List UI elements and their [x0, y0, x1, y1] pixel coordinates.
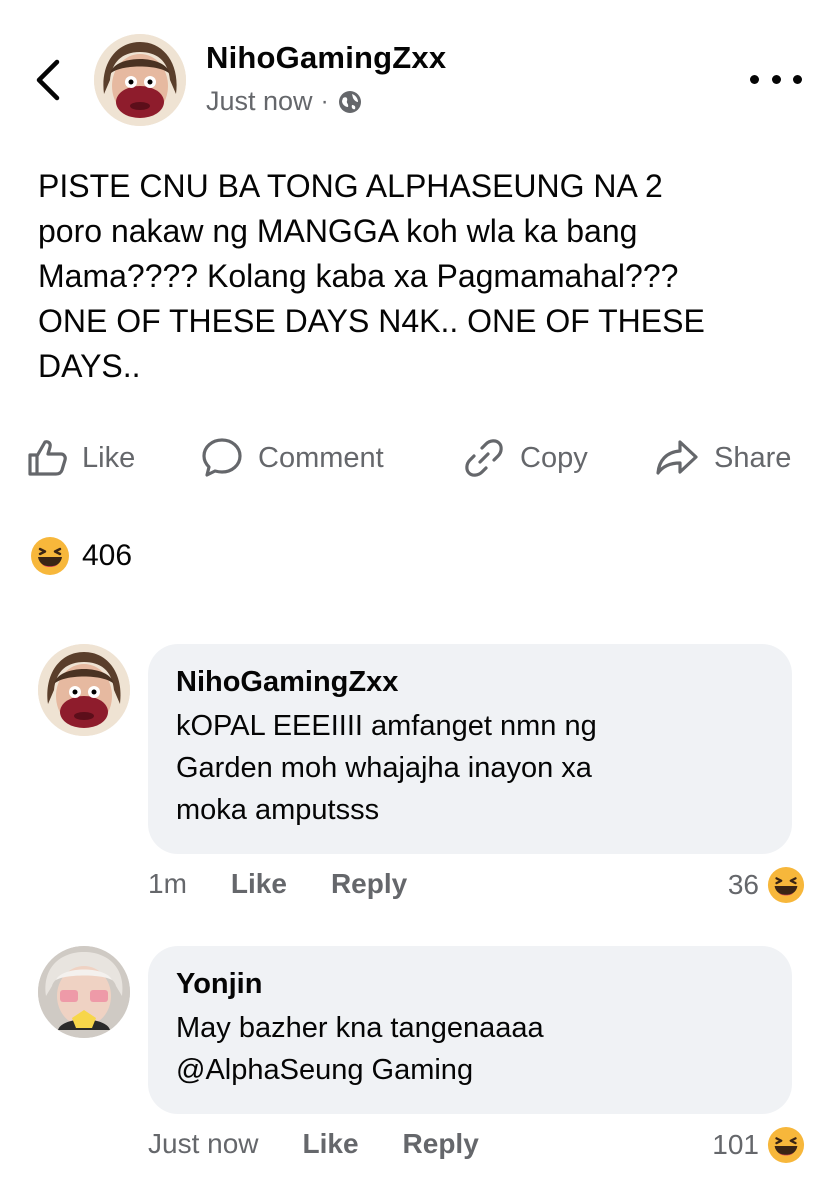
comment-bubble-icon — [202, 438, 242, 477]
share-arrow-icon — [656, 440, 698, 475]
comment-like-button[interactable]: Like — [231, 868, 287, 900]
comment-avatar[interactable] — [38, 644, 130, 736]
comment-text: May bazher kna tangenaaaa @AlphaSeung Ga… — [176, 1012, 544, 1086]
comment-author[interactable]: NihoGamingZxx — [176, 666, 764, 699]
chevron-left-icon — [36, 59, 60, 101]
comment-meta: 1m Like Reply — [148, 868, 407, 900]
share-label: Share — [714, 441, 792, 474]
comment-button[interactable]: Comment — [200, 432, 384, 484]
comment-reply-button[interactable]: Reply — [403, 1128, 479, 1160]
comment-reactions[interactable]: 101 — [712, 1126, 805, 1164]
comment-bubble[interactable]: Yonjin May bazher kna tangenaaaa @AlphaS… — [148, 946, 792, 1114]
more-dot-icon — [771, 74, 781, 84]
more-options-button[interactable] — [750, 64, 802, 94]
comment-time: Just now — [148, 1128, 259, 1159]
link-icon — [465, 439, 503, 477]
comment-reaction-count: 101 — [712, 1129, 759, 1160]
comment-text: kOPAL EEEIIII amfanget nmn ng Garden moh… — [176, 710, 597, 826]
haha-emoji-icon — [31, 537, 69, 575]
comment-avatar[interactable] — [38, 946, 130, 1038]
comment-meta: Just now Like Reply — [148, 1128, 479, 1160]
author-avatar[interactable] — [94, 34, 186, 126]
share-button[interactable]: Share — [654, 432, 791, 484]
comment-reply-button[interactable]: Reply — [331, 868, 407, 900]
thumbs-up-icon — [28, 440, 67, 476]
meta-separator: · — [320, 87, 329, 115]
like-button[interactable]: Like — [26, 432, 135, 484]
back-button[interactable] — [26, 52, 70, 108]
reaction-summary[interactable]: 406 — [30, 536, 132, 576]
comment-author[interactable]: Yonjin — [176, 968, 764, 1001]
haha-emoji-icon — [767, 1126, 805, 1164]
comment-bubble[interactable]: NihoGamingZxx kOPAL EEEIIII amfanget nmn… — [148, 644, 792, 854]
more-dot-icon — [793, 74, 802, 84]
comment-label: Comment — [258, 441, 384, 474]
haha-emoji-icon — [767, 866, 805, 904]
comment-like-button[interactable]: Like — [303, 1128, 359, 1160]
comment-reaction-count: 36 — [727, 869, 759, 900]
globe-icon — [338, 90, 361, 113]
post-meta: Just now · — [206, 86, 363, 117]
like-label: Like — [82, 441, 136, 474]
copy-button[interactable]: Copy — [462, 432, 588, 484]
copy-label: Copy — [520, 441, 588, 474]
post-timestamp: Just now — [206, 86, 313, 116]
more-dot-icon — [750, 74, 759, 84]
author-name[interactable]: NihoGamingZxx — [206, 40, 446, 76]
comment-time: 1m — [148, 868, 187, 899]
reaction-count: 406 — [82, 539, 133, 572]
post-text: PISTE CNU BA TONG ALPHASEUNG NA 2 poro n… — [38, 168, 705, 384]
comment-reactions[interactable]: 36 — [728, 866, 805, 904]
